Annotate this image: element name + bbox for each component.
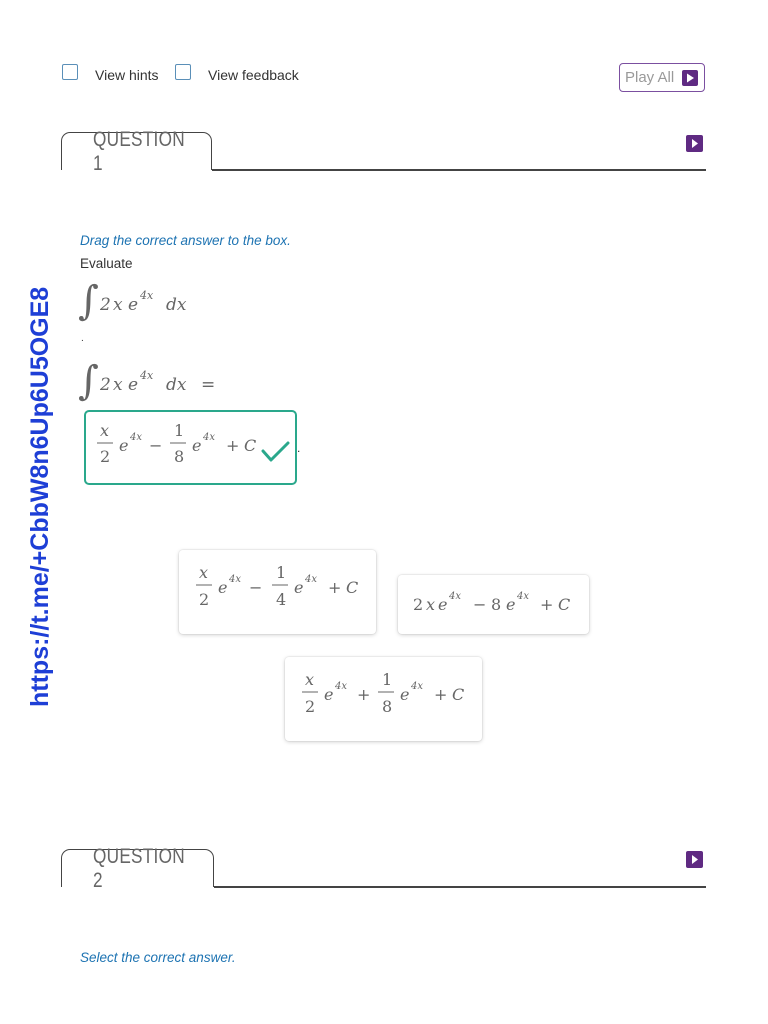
svg-text:−: − xyxy=(249,578,262,597)
svg-text:1: 1 xyxy=(276,563,286,582)
play-icon xyxy=(682,69,698,86)
answer-option-1[interactable]: x 2 e 4x − 1 4 e 4x + C xyxy=(179,550,376,634)
svg-text:e: e xyxy=(218,578,227,597)
svg-text:2: 2 xyxy=(199,590,209,609)
svg-text:e: e xyxy=(400,685,409,704)
question-1-tab-base xyxy=(61,168,213,170)
question-1-play-icon[interactable] xyxy=(686,135,703,152)
svg-text:C: C xyxy=(452,685,464,704)
svg-text:4x: 4x xyxy=(202,432,215,443)
period-mark: . xyxy=(81,333,84,344)
svg-text:−: − xyxy=(473,595,486,614)
svg-text:4x: 4x xyxy=(139,289,154,302)
watermark-link: https://t.me/+CbbW8n6Up6U5OGE8 xyxy=(26,286,54,707)
svg-text:C: C xyxy=(346,578,358,597)
svg-text:4x: 4x xyxy=(410,681,423,692)
svg-text:dx: dx xyxy=(166,295,187,315)
answer-option-3-expression: x 2 e 4x + 1 8 e 4x + C xyxy=(302,670,464,716)
answer-option-1-expression: x 2 e 4x − 1 4 e 4x + C xyxy=(196,563,358,609)
svg-text:2: 2 xyxy=(305,697,315,716)
svg-text:e: e xyxy=(128,295,138,315)
svg-text:−: − xyxy=(149,436,162,455)
svg-text:2: 2 xyxy=(100,447,110,466)
svg-text:C: C xyxy=(558,595,570,614)
svg-text:C: C xyxy=(244,436,256,455)
svg-text:4x: 4x xyxy=(228,574,241,585)
svg-text:2: 2 xyxy=(99,375,111,395)
svg-text:+: + xyxy=(226,436,239,455)
svg-text:2: 2 xyxy=(99,295,111,315)
question-2-tab: QUESTION 2 xyxy=(61,845,214,892)
question-1-tab: QUESTION 1 xyxy=(61,128,212,175)
svg-text:+: + xyxy=(328,578,341,597)
svg-text:+: + xyxy=(540,595,553,614)
svg-text:∫: ∫ xyxy=(78,278,99,324)
period-mark-2: . xyxy=(297,441,301,455)
play-all-button[interactable]: Play All xyxy=(619,63,705,92)
question-2-play-icon[interactable] xyxy=(686,851,703,868)
svg-text:+: + xyxy=(434,685,447,704)
question-2-divider xyxy=(214,886,706,888)
question-2-tab-base xyxy=(61,885,215,887)
view-hints-checkbox[interactable] xyxy=(62,64,78,80)
svg-text:x: x xyxy=(426,595,435,614)
svg-text:8: 8 xyxy=(491,595,501,614)
svg-text:x: x xyxy=(113,375,123,395)
svg-text:∫: ∫ xyxy=(78,358,99,404)
svg-text:+: + xyxy=(357,685,370,704)
svg-text:e: e xyxy=(119,436,128,455)
svg-text:8: 8 xyxy=(382,697,392,716)
view-feedback-checkbox[interactable] xyxy=(175,64,191,80)
svg-text:=: = xyxy=(201,375,215,395)
svg-text:x: x xyxy=(305,670,314,689)
svg-text:x: x xyxy=(199,563,208,582)
svg-text:x: x xyxy=(100,421,109,440)
svg-text:8: 8 xyxy=(174,447,184,466)
svg-text:4x: 4x xyxy=(334,681,347,692)
integral-equation: ∫ 2 x e 4x dx = xyxy=(78,358,215,404)
svg-text:4x: 4x xyxy=(516,591,529,602)
svg-text:e: e xyxy=(438,595,447,614)
svg-text:e: e xyxy=(506,595,515,614)
view-hints-label[interactable]: View hints xyxy=(95,67,159,83)
svg-text:1: 1 xyxy=(382,670,392,689)
svg-text:4x: 4x xyxy=(129,432,142,443)
question-1-instruction: Drag the correct answer to the box. xyxy=(80,233,291,248)
answer-option-2[interactable]: 2 x e 4x − 8 e 4x + C xyxy=(398,575,589,634)
checkmark-icon xyxy=(261,441,290,462)
svg-text:e: e xyxy=(324,685,333,704)
view-feedback-label[interactable]: View feedback xyxy=(208,67,299,83)
svg-text:4x: 4x xyxy=(304,574,317,585)
integral-expression: ∫ 2 x e 4x dx xyxy=(78,278,187,324)
question-1-prompt: Evaluate xyxy=(80,256,133,271)
svg-text:4x: 4x xyxy=(139,369,154,382)
question-1-divider xyxy=(212,169,706,171)
svg-text:x: x xyxy=(113,295,123,315)
answer-option-3[interactable]: x 2 e 4x + 1 8 e 4x + C xyxy=(285,657,482,741)
play-all-label: Play All xyxy=(625,69,675,86)
svg-text:4x: 4x xyxy=(448,591,461,602)
svg-text:e: e xyxy=(128,375,138,395)
svg-text:4: 4 xyxy=(276,590,286,609)
svg-text:1: 1 xyxy=(174,421,184,440)
svg-text:e: e xyxy=(192,436,201,455)
answer-option-2-expression: 2 x e 4x − 8 e 4x + C xyxy=(413,591,570,614)
svg-text:dx: dx xyxy=(166,375,187,395)
svg-text:2: 2 xyxy=(413,595,423,614)
question-2-instruction: Select the correct answer. xyxy=(80,950,236,965)
svg-text:e: e xyxy=(294,578,303,597)
